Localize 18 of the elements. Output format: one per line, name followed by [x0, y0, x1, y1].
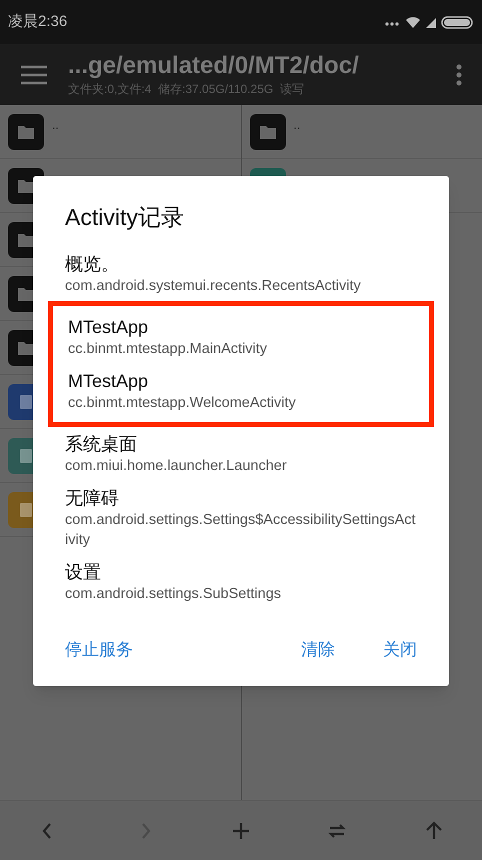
entry-label: 概览。	[65, 252, 120, 276]
entry-label: 设置	[65, 560, 102, 584]
entry-label: MTestApp	[68, 370, 150, 392]
file-name: ..	[294, 117, 300, 133]
path-info: 文件夹:0,文件:4 储存:37.05G/110.25G 读写	[68, 80, 305, 98]
entry-label: 系统桌面	[65, 432, 138, 456]
entry-activity: com.android.systemui.recents.RecentsActivity	[65, 276, 362, 296]
dialog-title: Activity记录	[65, 203, 185, 232]
entry-activity: com.android.settings.SubSettings	[65, 584, 282, 604]
entry-activity: com.miui.home.launcher.Launcher	[65, 456, 288, 476]
status-time: 凌晨2:36	[8, 12, 68, 32]
entry-activity: cc.binmt.mtestapp.MainActivity	[68, 340, 268, 358]
entry-activity: cc.binmt.mtestapp.WelcomeActivity	[68, 394, 297, 412]
entry-activity: com.android.settings.Settings$AccessibilitySettingsActivity	[65, 510, 417, 550]
file-name: ..	[52, 117, 59, 133]
path-title: ...ge/emulated/0/MT2/doc/	[68, 52, 360, 80]
entry-label: 无障碍	[65, 486, 120, 510]
entry-label: MTestApp	[68, 316, 150, 338]
